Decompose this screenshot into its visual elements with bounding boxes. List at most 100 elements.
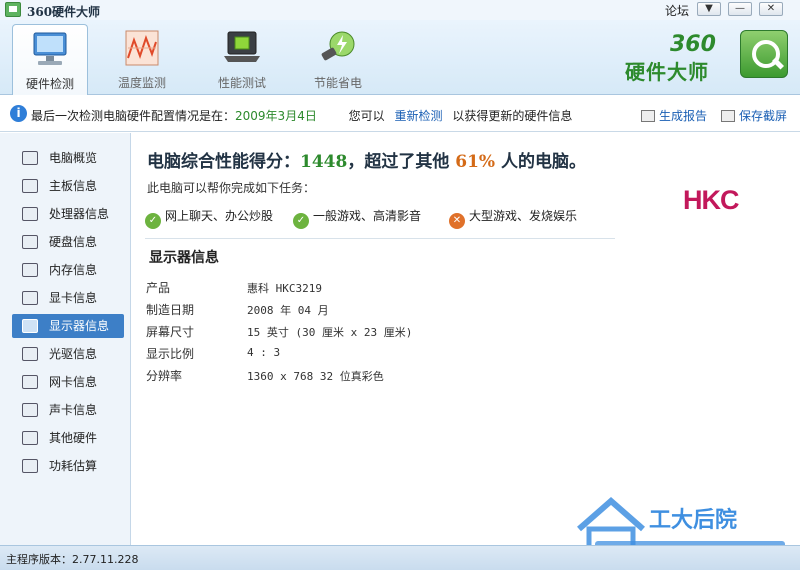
computer-icon xyxy=(22,151,38,165)
tab-energy-saving[interactable]: 节能省电 xyxy=(300,24,376,95)
sidebar-item-label: 电脑概览 xyxy=(49,151,98,165)
detection-date: 2009年3月4日 xyxy=(235,109,317,123)
check-icon: ✓ xyxy=(293,213,309,229)
sidebar-item-cpu[interactable]: 处理器信息 xyxy=(12,202,124,226)
cpu-icon xyxy=(22,207,38,221)
sidebar-item-label: 显卡信息 xyxy=(49,291,98,305)
monitor-icon xyxy=(33,32,67,65)
sidebar-item-label: 其他硬件 xyxy=(49,431,98,445)
forum-link[interactable]: 论坛 xyxy=(665,2,689,19)
sidebar-item-overview[interactable]: 电脑概览 xyxy=(12,146,124,170)
tasks-caption: 此电脑可以帮你完成如下任务： xyxy=(147,181,316,195)
sidebar-item-label: 网卡信息 xyxy=(49,375,98,389)
main-panel: 电脑综合性能得分：1448，超过了其他 61% 人的电脑。 此电脑可以帮你完成如… xyxy=(131,133,800,545)
score-percent: 61% xyxy=(455,152,496,172)
power-icon xyxy=(22,459,38,473)
tab-temperature-monitor[interactable]: 温度监测 xyxy=(104,24,180,95)
camera-icon xyxy=(721,110,735,122)
energy-saving-icon xyxy=(321,31,355,61)
info-prefix: 最后一次检测电脑硬件配置情况是在： xyxy=(31,109,236,123)
sidebar-item-label: 声卡信息 xyxy=(49,403,98,417)
graphics-card-icon xyxy=(22,291,38,305)
tab-label: 温度监测 xyxy=(117,76,166,90)
sidebar: 电脑概览 主板信息 处理器信息 硬盘信息 内存信息 显卡信息 显示器信息 光驱信… xyxy=(0,133,131,545)
magnifier-icon xyxy=(740,30,788,78)
info-icon: i xyxy=(10,105,27,122)
task-label: 一般游戏、高清影音 xyxy=(313,209,422,223)
network-card-icon xyxy=(22,375,38,389)
property-value: 惠科 HKC3219 xyxy=(247,282,322,295)
section-title: 显示器信息 xyxy=(149,250,219,266)
property-value: 4 : 3 xyxy=(247,346,281,359)
memory-icon xyxy=(22,263,38,277)
save-screenshot-button[interactable]: 保存截屏 xyxy=(721,107,787,124)
tab-label: 性能测试 xyxy=(217,76,266,90)
sidebar-item-label: 硬盘信息 xyxy=(49,235,98,249)
brand-logo: 360 硬件大师 xyxy=(620,30,790,94)
property-value: 1360 x 768 32 位真彩色 xyxy=(247,370,384,383)
score-value: 1448 xyxy=(300,152,348,172)
divider xyxy=(145,238,615,239)
tab-performance-test[interactable]: 性能测试 xyxy=(204,24,280,95)
sidebar-item-label: 显示器信息 xyxy=(49,319,110,333)
minimize-button[interactable]: — xyxy=(728,2,752,16)
task-label: 网上聊天、办公炒股 xyxy=(165,209,274,223)
temperature-chart-icon xyxy=(125,30,159,66)
sound-card-icon xyxy=(22,403,38,417)
property-value: 15 英寸 (30 厘米 x 23 厘米) xyxy=(247,326,413,339)
main-toolbar: 硬件检测 温度监测 性能测试 节能省电 360 硬件大师 xyxy=(0,20,800,95)
property-label: 制造日期 xyxy=(146,303,195,317)
info-bar: i 最后一次检测电脑硬件配置情况是在：2009年3月4日 您可以 重新检测 以获… xyxy=(0,96,800,132)
hkc-brand-logo: HKC xyxy=(683,185,739,215)
report-label: 生成报告 xyxy=(659,109,708,123)
sidebar-item-hard-disk[interactable]: 硬盘信息 xyxy=(12,230,124,254)
info-suffix: 以获得更新的硬件信息 xyxy=(452,109,573,123)
optical-drive-icon xyxy=(22,347,38,361)
redetect-link[interactable]: 重新检测 xyxy=(395,109,443,123)
sidebar-item-motherboard[interactable]: 主板信息 xyxy=(12,174,124,198)
tab-hardware-detection[interactable]: 硬件检测 xyxy=(12,24,88,95)
property-label: 显示比例 xyxy=(146,347,195,361)
hard-disk-icon xyxy=(22,235,38,249)
sidebar-item-label: 功耗估算 xyxy=(49,459,98,473)
sidebar-item-optical-drive[interactable]: 光驱信息 xyxy=(12,342,124,366)
other-hardware-icon xyxy=(22,431,38,445)
version-text: 主程序版本：2.77.11.228 xyxy=(6,553,139,566)
tab-label: 节能省电 xyxy=(313,76,362,90)
sidebar-item-label: 处理器信息 xyxy=(49,207,110,221)
menu-dropdown-button[interactable]: ▼ xyxy=(697,2,721,16)
watermark-text: 工大后院 xyxy=(649,507,737,533)
task-item: ✓ 一般游戏、高清影音 xyxy=(293,207,421,229)
last-detection-text: 最后一次检测电脑硬件配置情况是在：2009年3月4日 您可以 重新检测 以获得更… xyxy=(31,107,572,124)
tab-label: 硬件检测 xyxy=(25,77,74,91)
sidebar-item-power[interactable]: 功耗估算 xyxy=(12,454,124,478)
generate-report-button[interactable]: 生成报告 xyxy=(641,107,707,124)
cross-icon: ✕ xyxy=(449,213,465,229)
score-prefix: 电脑综合性能得分： xyxy=(147,152,300,172)
brand-number: 360 xyxy=(670,32,716,57)
status-bar: 主程序版本：2.77.11.228 xyxy=(0,545,800,570)
screenshot-label: 保存截屏 xyxy=(739,109,788,123)
sidebar-item-display[interactable]: 显示器信息 xyxy=(12,314,124,338)
app-title: 360硬件大师 xyxy=(27,5,101,19)
property-label: 屏幕尺寸 xyxy=(146,325,195,339)
score-middle: ，超过了其他 xyxy=(347,152,456,172)
sidebar-item-memory[interactable]: 内存信息 xyxy=(12,258,124,282)
sidebar-item-network-card[interactable]: 网卡信息 xyxy=(12,370,124,394)
sidebar-item-label: 光驱信息 xyxy=(49,347,98,361)
sidebar-item-label: 主板信息 xyxy=(49,179,98,193)
property-label: 产品 xyxy=(146,281,171,295)
close-button[interactable]: ✕ xyxy=(759,2,783,16)
display-icon xyxy=(22,319,38,333)
sidebar-item-graphics[interactable]: 显卡信息 xyxy=(12,286,124,310)
property-value: 2008 年 04 月 xyxy=(247,304,329,317)
title-bar: 360硬件大师 论坛 ▼ — ✕ xyxy=(0,0,800,20)
check-icon: ✓ xyxy=(145,213,161,229)
sidebar-item-sound-card[interactable]: 声卡信息 xyxy=(12,398,124,422)
sidebar-item-other-hardware[interactable]: 其他硬件 xyxy=(12,426,124,450)
report-icon xyxy=(641,110,655,122)
laptop-chip-icon xyxy=(224,31,260,62)
performance-score: 电脑综合性能得分：1448，超过了其他 61% 人的电脑。 xyxy=(147,147,586,172)
score-suffix: 人的电脑。 xyxy=(495,152,586,172)
brand-name: 硬件大师 xyxy=(625,60,709,84)
